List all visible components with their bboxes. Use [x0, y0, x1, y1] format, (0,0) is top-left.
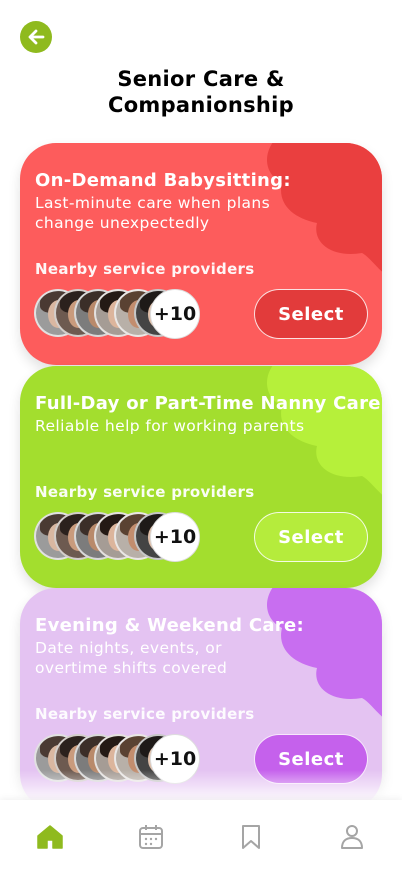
card-title: Full-Day or Part-Time Nanny Care:: [35, 393, 382, 414]
provider-avatars: +10: [34, 289, 204, 341]
select-button[interactable]: Select: [254, 512, 368, 562]
scroll-fade: [0, 770, 402, 802]
calendar-icon: [138, 825, 163, 849]
card-title: Evening & Weekend Care:: [35, 615, 304, 636]
card-description: Date nights, events, or overtime shifts …: [35, 639, 228, 677]
arrow-left-icon: [28, 29, 45, 45]
home-icon: [37, 825, 63, 849]
tab-calendar[interactable]: [121, 813, 181, 861]
page-title: Senior Care & Companionship: [107, 67, 295, 117]
card-description: Reliable help for working parents: [35, 417, 305, 435]
tab-home[interactable]: [20, 813, 80, 861]
back-button[interactable]: [20, 21, 52, 53]
profile-icon: [340, 825, 363, 849]
nearby-providers-label: Nearby service providers: [35, 483, 255, 501]
card-description: Last-minute care when plans change unexp…: [35, 194, 271, 232]
select-button[interactable]: Select: [254, 289, 368, 339]
provider-avatars: +10: [34, 512, 204, 564]
card-title: On-Demand Babysitting:: [35, 170, 291, 191]
service-card-on-demand-babysitting[interactable]: On-Demand Babysitting: Last-minute care …: [20, 143, 382, 365]
more-providers-count: +10: [150, 512, 200, 562]
service-card-nanny-care[interactable]: Full-Day or Part-Time Nanny Care: Reliab…: [20, 366, 382, 588]
decorative-blob: [267, 366, 382, 495]
nearby-providers-label: Nearby service providers: [35, 260, 255, 278]
bookmark-icon: [242, 825, 261, 849]
tab-saved[interactable]: [221, 813, 281, 861]
tab-profile[interactable]: [322, 813, 382, 861]
nearby-providers-label: Nearby service providers: [35, 705, 255, 723]
bottom-tab-bar: [0, 800, 402, 874]
more-providers-count: +10: [150, 289, 200, 339]
